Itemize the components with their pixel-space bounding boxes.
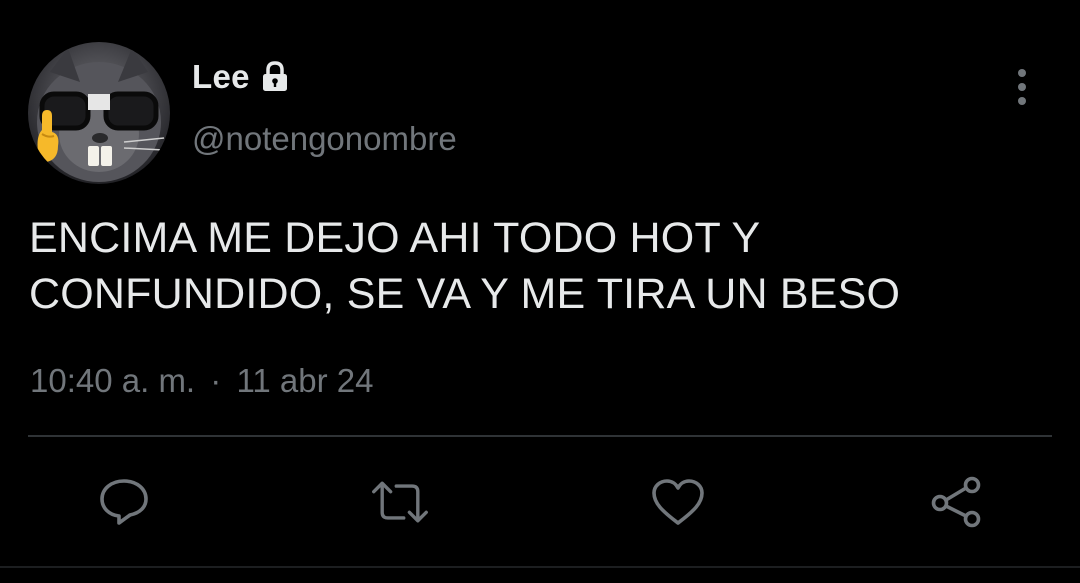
tweet-time[interactable]: 10:40 a. m. [30,362,195,399]
share-button[interactable] [926,474,986,530]
bottom-divider [0,566,1080,568]
tweet-text-line: ENCIMA ME DEJO AHI TODO HOT Y [29,214,761,262]
meta-separator: · [210,362,222,399]
lock-icon [258,60,292,94]
tweet-detail: Lee @notengonombre ENCIMA ME DEJO AHI TO… [0,0,1080,583]
tweet-text: ENCIMA ME DEJO AHI TODO HOT Y CONFUNDIDO… [29,210,1039,322]
tweet-timestamp: 10:40 a. m. · 11 abr 24 [30,362,373,400]
display-name-row[interactable]: Lee [192,58,292,96]
tweet-text-line: CONFUNDIDO, SE VA Y ME TIRA UN BESO [29,270,901,318]
like-button[interactable] [648,474,708,530]
retweet-icon [372,481,428,523]
more-options-button[interactable] [1004,66,1040,110]
retweet-button[interactable] [370,474,430,530]
reply-button[interactable] [94,474,154,530]
share-icon [931,476,981,528]
like-icon [652,479,704,525]
reply-icon [100,479,148,525]
avatar[interactable] [28,42,170,184]
cat-avatar-image [37,48,165,182]
user-handle[interactable]: @notengonombre [192,120,457,158]
more-options-icon [1018,69,1026,105]
tweet-date[interactable]: 11 abr 24 [236,362,373,399]
display-name[interactable]: Lee [192,58,250,96]
divider [28,435,1052,437]
